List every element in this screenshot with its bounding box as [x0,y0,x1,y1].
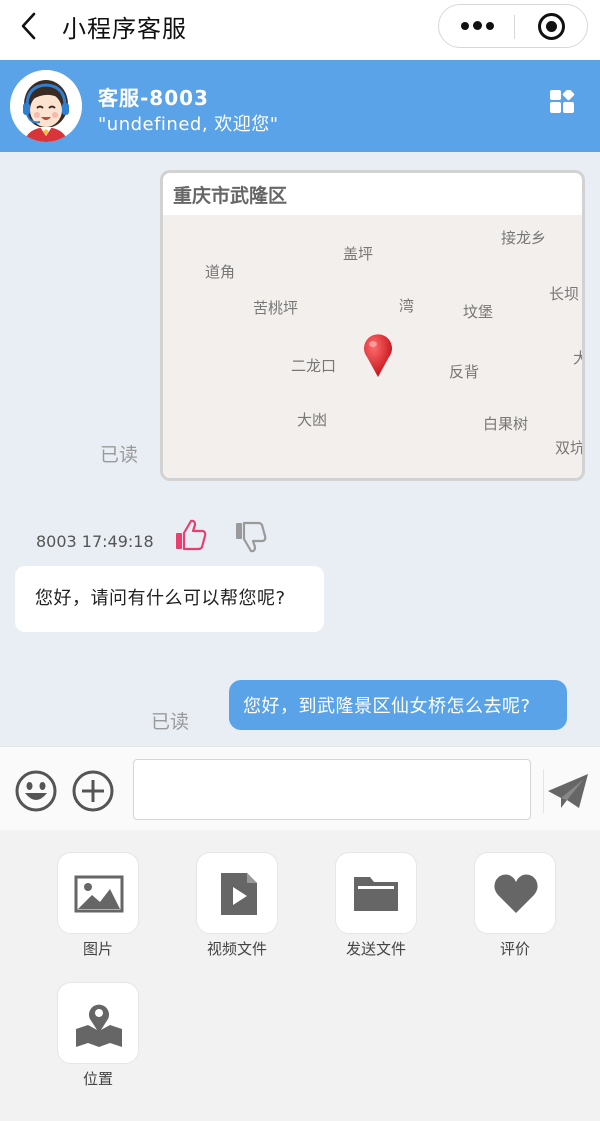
tool-icon-box [57,982,139,1064]
message-input[interactable] [133,759,531,820]
image-icon [74,875,124,913]
tool-video-file[interactable]: 视频文件 [196,852,278,960]
close-miniprogram-button[interactable] [515,5,587,47]
read-receipt: 已读 [100,444,139,466]
map-pin-icon [364,334,392,377]
map-location-icon [76,1004,122,1047]
tool-icon-box [335,852,417,934]
map-place-label: 反背 [449,363,480,381]
tool-image[interactable]: 图片 [57,852,139,960]
target-dot-icon [546,21,557,32]
tool-label: 视频文件 [206,940,267,958]
agent-message-bubble: 您好，请问有什么可以帮您呢? [15,566,324,632]
video-file-icon [221,873,257,915]
agent-header: 客服-8003 "undefined, 欢迎您" [0,60,600,152]
message-sender-time: 8003 17:49:18 [36,532,154,551]
tool-send-file[interactable]: 发送文件 [335,852,417,960]
emoji-icon[interactable] [14,769,58,813]
tool-label: 发送文件 [345,940,406,958]
heart-icon [494,874,538,913]
user-message-bubble: 您好，到武隆景区仙女桥怎么去呢? [229,680,567,730]
page-title: 小程序客服 [62,15,187,43]
tool-icon-box [57,852,139,934]
thumbs-down-icon[interactable] [234,520,268,554]
message-input-bar [0,746,600,830]
map-place-label: 坟堡 [463,303,494,321]
map-place-label: 盖坪 [343,245,374,263]
plus-icon[interactable] [71,769,115,813]
miniprogram-capsule [438,4,588,48]
support-agent-avatar-icon [10,70,82,142]
tool-icon-box [196,852,278,934]
map-place-label: 白果树 [483,415,529,433]
agent-avatar [10,70,82,142]
map-place-label: 二龙口 [291,357,337,375]
send-icon [548,774,588,808]
tool-rating[interactable]: 评价 [474,852,556,960]
dot-icon [461,22,469,30]
tool-label: 位置 [82,1070,113,1088]
tool-icon-box [474,852,556,934]
agent-name: 客服-8003 [98,86,209,110]
tool-location[interactable]: 位置 [57,982,139,1090]
location-title: 重庆市武隆区 [173,185,288,207]
read-receipt: 已读 [151,711,190,733]
dot-icon [473,21,482,30]
folder-icon [354,877,398,911]
back-arrow-icon[interactable] [14,10,46,42]
map-place-label: 大凼 [297,411,328,429]
dot-icon [486,22,494,30]
tool-label: 图片 [82,940,113,958]
map-place-label: 大 [573,347,582,368]
map-place-label: 双坑 [555,439,585,457]
apps-grid-icon[interactable] [548,90,578,120]
map-place-label: 道角 [205,263,236,281]
send-button[interactable] [543,769,600,813]
map-place-label: 长坝 [549,285,580,303]
map-place-label: 湾 [399,297,415,315]
tool-label: 评价 [499,940,530,958]
map-preview: 道角 盖坪 接龙乡 苦桃坪 湾 坟堡 长坝 二龙口 反背 大凼 白果树 双坑 大 [163,215,585,478]
map-place-label: 接龙乡 [501,229,547,247]
more-menu-button[interactable] [439,5,514,47]
top-nav-bar: 小程序客服 [0,0,600,60]
agent-greeting: "undefined, 欢迎您" [98,114,279,135]
tools-panel: 图片 视频文件 发送文件 评价 位置 [0,830,600,1121]
map-place-label: 苦桃坪 [253,299,299,317]
thumbs-up-icon[interactable] [174,518,208,552]
location-message-card[interactable]: 重庆市武隆区 道角 盖坪 接龙乡 苦桃坪 湾 坟堡 长坝 二龙口 反背 大凼 白… [160,170,585,481]
